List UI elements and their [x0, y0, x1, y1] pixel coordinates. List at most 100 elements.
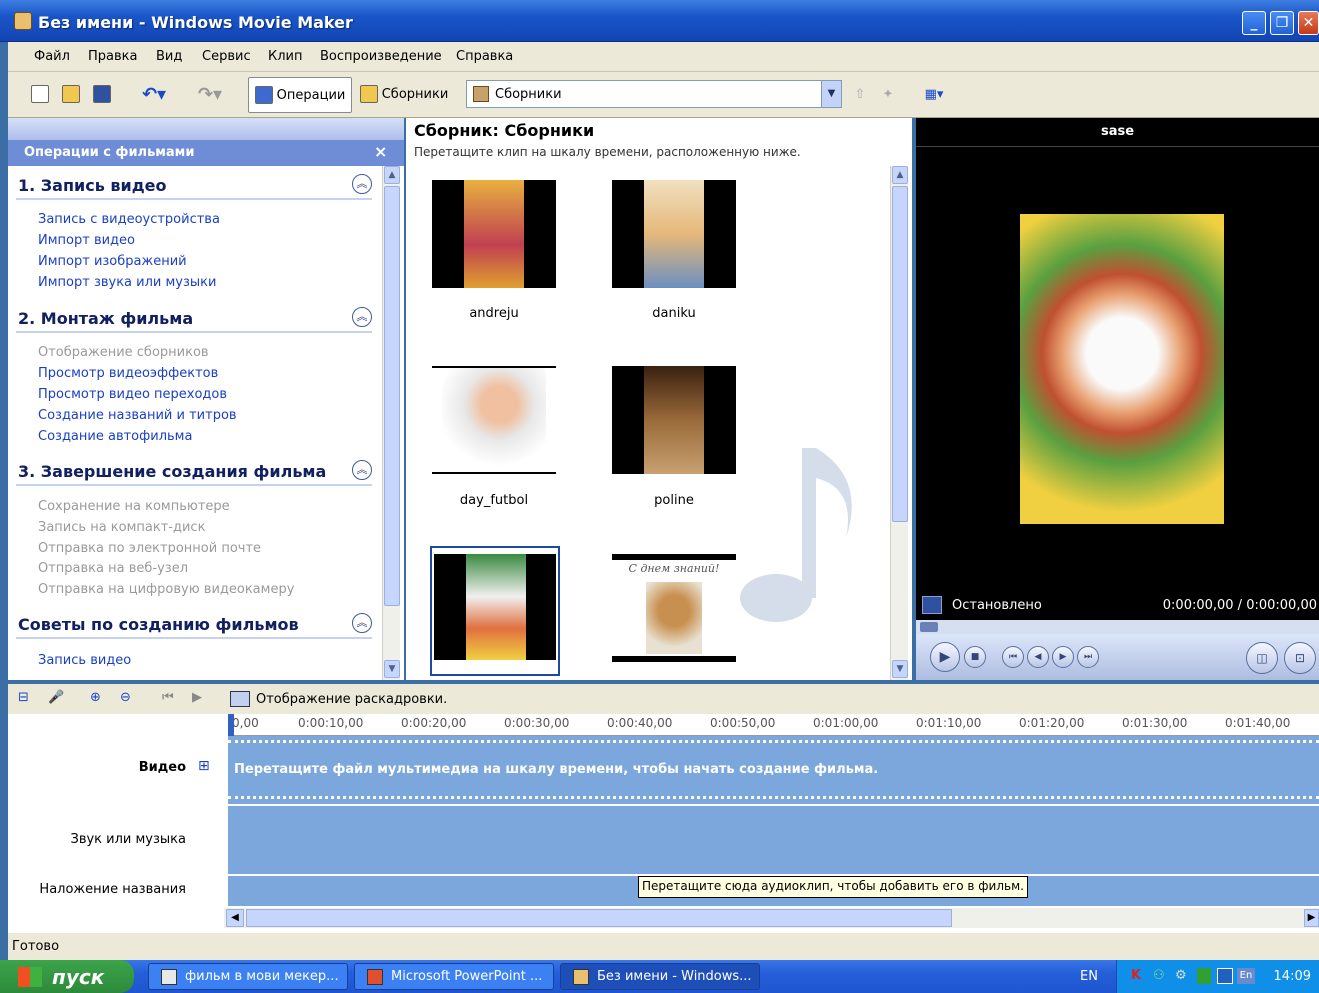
tooltip: Перетащите сюда аудиоклип, чтобы добавит…	[638, 876, 1028, 898]
zoom-in-icon[interactable]: ⊕	[90, 690, 101, 705]
link-make-titles[interactable]: Создание названий и титров	[38, 408, 237, 423]
open-project-icon[interactable]	[60, 82, 82, 106]
scroll-up-icon[interactable]: ▲	[384, 166, 400, 184]
collapse-icon[interactable]: ︽	[352, 307, 372, 327]
scroll-down-icon[interactable]: ▼	[892, 660, 908, 678]
storyboard-icon[interactable]	[230, 691, 250, 707]
new-collection-icon[interactable]: ✦	[878, 82, 898, 106]
seek-bar[interactable]	[916, 620, 1319, 634]
play-timeline-icon[interactable]: ▶	[192, 690, 202, 705]
playhead-indicator[interactable]	[228, 714, 234, 736]
clip-thumbnail[interactable]	[612, 366, 736, 474]
link-view-transitions[interactable]: Просмотр видео переходов	[38, 387, 227, 402]
play-icon[interactable]: ▶	[930, 642, 960, 672]
previous-frame-icon[interactable]: ⏮	[1002, 646, 1024, 668]
clip-thumbnail[interactable]	[612, 180, 736, 288]
next-frame-icon[interactable]: ⏭	[1077, 646, 1099, 668]
operations-button[interactable]: Операции	[248, 77, 352, 113]
settings-icon[interactable]: ⚙	[1175, 968, 1187, 983]
menu-file[interactable]: Файл	[34, 49, 70, 64]
scroll-left-icon[interactable]: ◀	[226, 909, 244, 927]
network-icon[interactable]: ⚇	[1153, 968, 1165, 983]
tasks-scrollbar[interactable]: ▲ ▼	[382, 166, 400, 680]
link-show-collections: Отображение сборников	[38, 345, 209, 360]
link-capture-device[interactable]: Запись с видеоустройства	[38, 212, 220, 227]
fullscreen-icon[interactable]	[922, 596, 942, 614]
link-import-pictures[interactable]: Импорт изображений	[38, 254, 187, 269]
menu-view[interactable]: Вид	[156, 49, 182, 64]
menu-playback[interactable]: Воспроизведение	[320, 49, 442, 64]
antivirus-icon[interactable]: K	[1131, 968, 1141, 983]
tasks-close-icon[interactable]: ×	[374, 142, 387, 161]
forward-icon[interactable]: ▶	[1052, 646, 1074, 668]
scroll-thumb[interactable]	[246, 909, 952, 927]
split-clip-icon[interactable]: ◫	[1246, 642, 1278, 674]
collections-button[interactable]: Сборники	[358, 82, 450, 106]
redo-icon[interactable]: ↷▾	[192, 82, 228, 106]
taskbar-item-active[interactable]: Без имени - Windows...	[560, 963, 760, 990]
zoom-out-icon[interactable]: ⊖	[120, 690, 131, 705]
clock: 14:09	[1273, 969, 1311, 984]
clip-image	[644, 180, 704, 288]
audio-track[interactable]	[228, 806, 1319, 874]
video-track[interactable]: Перетащите файл мультимедиа на шкалу вре…	[228, 736, 1319, 804]
views-icon[interactable]: ▦▾	[918, 82, 950, 106]
scroll-thumb[interactable]	[892, 186, 908, 522]
section-tips[interactable]: Советы по созданию фильмов ︽	[16, 609, 372, 639]
clip-thumbnail[interactable]	[432, 180, 556, 288]
menu-edit[interactable]: Правка	[88, 49, 137, 64]
seek-thumb[interactable]	[920, 622, 938, 632]
minimize-button[interactable]: _	[1242, 11, 1266, 35]
taskbar-item[interactable]: фильм в мови мекер...	[148, 963, 348, 990]
link-automovie[interactable]: Создание автофильма	[38, 429, 192, 444]
menu-help[interactable]: Справка	[456, 49, 513, 64]
save-project-icon[interactable]	[92, 82, 112, 106]
scroll-up-icon[interactable]: ▲	[892, 166, 908, 184]
menu-clip[interactable]: Клип	[268, 49, 303, 64]
clip-thumbnail-selected[interactable]	[430, 546, 560, 676]
time-ruler[interactable]: 0,00 0:00:10,00 0:00:20,00 0:00:30,00 0:…	[228, 714, 1319, 736]
collapse-icon[interactable]: ︽	[352, 460, 372, 480]
snapshot-camera-icon[interactable]: ⊡	[1284, 642, 1316, 674]
narrate-mic-icon[interactable]: 🎤	[48, 690, 64, 705]
title-bar[interactable]: Без имени - Windows Movie Maker _ ❐ ✕	[0, 0, 1319, 42]
undo-icon[interactable]: ↶▾	[136, 82, 172, 106]
up-level-icon[interactable]: ⇧	[850, 82, 870, 106]
stop-icon[interactable]: ■	[964, 646, 986, 668]
start-button[interactable]: пуск	[0, 960, 134, 993]
link-tips-capture[interactable]: Запись видео	[38, 653, 131, 668]
link-view-effects[interactable]: Просмотр видеоэффектов	[38, 366, 218, 381]
clip-thumbnail[interactable]: С днем знаний!	[612, 554, 736, 662]
clip-thumbnail[interactable]	[432, 366, 556, 474]
taskbar-item[interactable]: Microsoft PowerPoint ...	[354, 963, 554, 990]
scroll-thumb[interactable]	[384, 186, 400, 606]
set-audio-levels-icon[interactable]: ⊟	[18, 690, 29, 705]
section-tips-title: Советы по созданию фильмов	[18, 615, 299, 634]
tasks-header-title: Операции с фильмами	[24, 145, 195, 160]
show-storyboard-label[interactable]: Отображение раскадровки.	[256, 692, 447, 707]
display-icon[interactable]	[1217, 968, 1233, 984]
language-indicator[interactable]: EN	[1080, 969, 1098, 984]
keyboard-layout-icon[interactable]: En	[1237, 968, 1255, 984]
link-import-audio[interactable]: Импорт звука или музыки	[38, 275, 216, 290]
collections-dropdown[interactable]: Сборники ▼	[466, 80, 842, 108]
expand-video-track-icon[interactable]: ⊞	[198, 758, 210, 774]
timeline-hscrollbar[interactable]: ◀ ▶	[224, 908, 1319, 928]
scroll-down-icon[interactable]: ▼	[384, 660, 400, 678]
rewind-timeline-icon[interactable]: ⏮	[162, 690, 174, 705]
rewind-icon[interactable]: ◀	[1027, 646, 1049, 668]
collection-scrollbar[interactable]: ▲ ▼	[890, 166, 908, 680]
chevron-down-icon[interactable]: ▼	[821, 81, 841, 107]
collapse-icon[interactable]: ︽	[352, 174, 372, 194]
close-button[interactable]: ✕	[1298, 11, 1319, 35]
collapse-icon[interactable]: ︽	[352, 613, 372, 633]
section-capture[interactable]: 1. Запись видео ︽	[16, 170, 372, 200]
scroll-right-icon[interactable]: ▶	[1304, 909, 1319, 927]
new-project-icon[interactable]	[30, 82, 50, 106]
tray-app-icon[interactable]	[1197, 968, 1211, 984]
menu-tools[interactable]: Сервис	[202, 49, 251, 64]
link-import-video[interactable]: Импорт видео	[38, 233, 135, 248]
maximize-button[interactable]: ❐	[1270, 11, 1294, 35]
section-edit[interactable]: 2. Монтаж фильма ︽	[16, 303, 372, 333]
section-finish[interactable]: 3. Завершение создания фильма ︽	[16, 456, 372, 486]
